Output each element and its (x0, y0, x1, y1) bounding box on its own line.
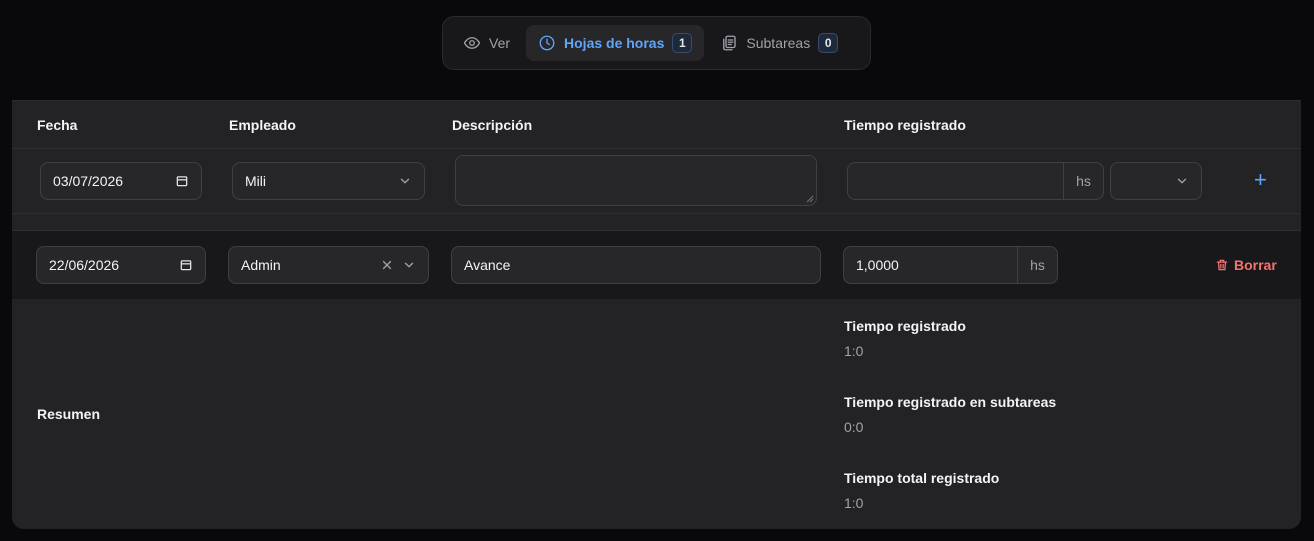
summary-label: Resumen (37, 406, 101, 422)
clear-icon[interactable] (380, 258, 394, 272)
entry-employee-value: Admin (241, 257, 281, 273)
stat-title: Tiempo registrado en subtareas (844, 394, 1057, 410)
timesheet-panel: Fecha Empleado Descripción Tiempo regist… (12, 100, 1301, 529)
header-description: Descripción (452, 117, 533, 133)
new-time-input[interactable]: hs (847, 162, 1104, 200)
tab-subtareas-label: Subtareas (746, 35, 811, 51)
eye-icon (463, 37, 481, 49)
new-employee-value: Mili (245, 173, 266, 189)
entry-time-input[interactable]: 1,0000 hs (843, 246, 1058, 284)
delete-entry-button[interactable]: Borrar (1215, 257, 1277, 273)
header-time: Tiempo registrado (844, 117, 966, 133)
new-description-textarea[interactable] (455, 155, 817, 206)
stat-value: 1:0 (844, 495, 864, 511)
new-date-value: 03/07/2026 (53, 173, 124, 189)
stat-time-total: Tiempo total registrado 1:0 (844, 470, 999, 511)
add-entry-button[interactable]: + (1254, 167, 1267, 193)
entry-date-value: 22/06/2026 (49, 257, 120, 273)
chevron-down-icon (1177, 178, 1187, 184)
summary-section: Resumen Tiempo registrado 1:0 Tiempo reg… (12, 299, 1301, 529)
stat-title: Tiempo total registrado (844, 470, 1000, 486)
tab-subtareas[interactable]: Subtareas 0 (708, 25, 850, 61)
resize-handle-icon[interactable] (806, 195, 814, 203)
table-row: 22/06/2026 Admin Avance 1,0000 hs Borrar (12, 231, 1301, 299)
tab-hojas-de-horas-label: Hojas de horas (564, 35, 665, 51)
new-time-unit: hs (1063, 163, 1103, 199)
tab-ver[interactable]: Ver (451, 25, 522, 61)
tab-hojas-de-horas[interactable]: Hojas de horas 1 (526, 25, 705, 61)
tab-hojas-de-horas-count: 1 (672, 33, 693, 53)
stat-time-subtasks: Tiempo registrado en subtareas 0:0 (844, 394, 1056, 435)
tab-bar: Ver Hojas de horas 1 Subtareas 0 (442, 16, 871, 70)
new-entry-row: 03/07/2026 Mili hs + (12, 149, 1301, 214)
tab-ver-label: Ver (489, 35, 511, 51)
chevron-down-icon (404, 262, 414, 268)
entry-time-unit: hs (1017, 247, 1057, 283)
new-employee-select[interactable]: Mili (232, 162, 425, 200)
new-date-input[interactable]: 03/07/2026 (40, 162, 202, 200)
chevron-down-icon (400, 178, 410, 184)
delete-entry-label: Borrar (1234, 257, 1277, 273)
stat-value: 1:0 (844, 343, 864, 359)
clipboard-copy-icon (723, 35, 737, 51)
entry-description-value: Avance (464, 257, 511, 273)
row-divider (12, 214, 1301, 231)
header-employee: Empleado (229, 117, 296, 133)
trash-icon (1216, 259, 1228, 271)
new-time-type-select[interactable] (1110, 162, 1202, 200)
clock-icon (539, 35, 555, 51)
calendar-icon[interactable] (175, 174, 189, 188)
calendar-icon[interactable] (179, 258, 193, 272)
table-header: Fecha Empleado Descripción Tiempo regist… (12, 101, 1301, 149)
stat-value: 0:0 (844, 419, 864, 435)
entry-date-input[interactable]: 22/06/2026 (36, 246, 206, 284)
entry-employee-select[interactable]: Admin (228, 246, 429, 284)
tab-subtareas-count: 0 (818, 33, 839, 53)
stat-time-registered: Tiempo registrado 1:0 (844, 318, 966, 359)
header-date: Fecha (37, 117, 78, 133)
stat-title: Tiempo registrado (844, 318, 966, 334)
entry-description-input[interactable]: Avance (451, 246, 821, 284)
